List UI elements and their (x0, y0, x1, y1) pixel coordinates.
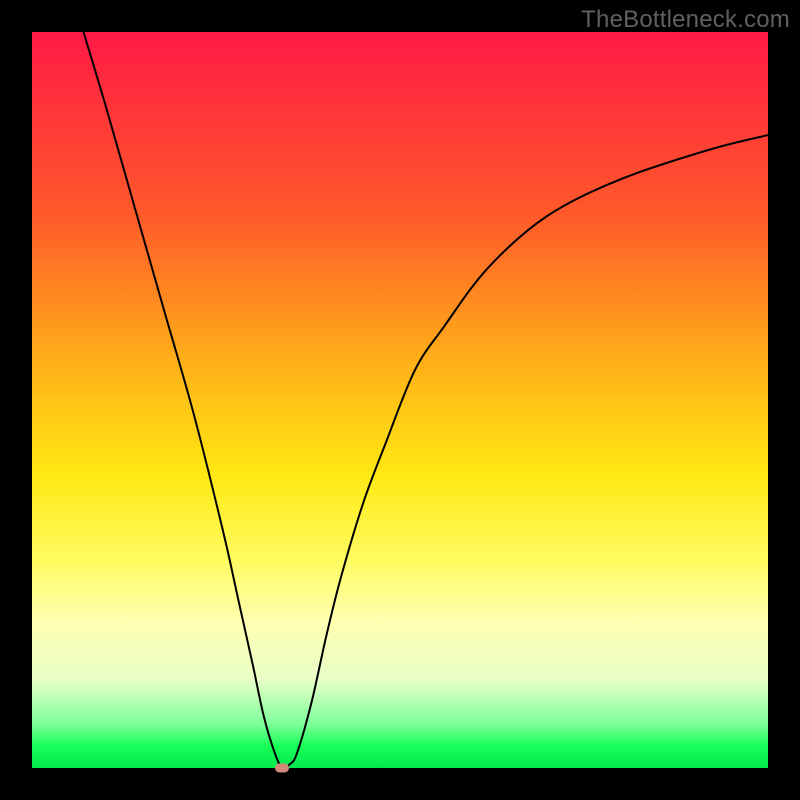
minimum-marker (275, 764, 289, 773)
watermark-text: TheBottleneck.com (581, 6, 790, 34)
plot-area (32, 32, 768, 768)
chart-frame: TheBottleneck.com (0, 0, 800, 800)
bottleneck-curve (84, 32, 768, 769)
curve-svg (32, 32, 768, 768)
